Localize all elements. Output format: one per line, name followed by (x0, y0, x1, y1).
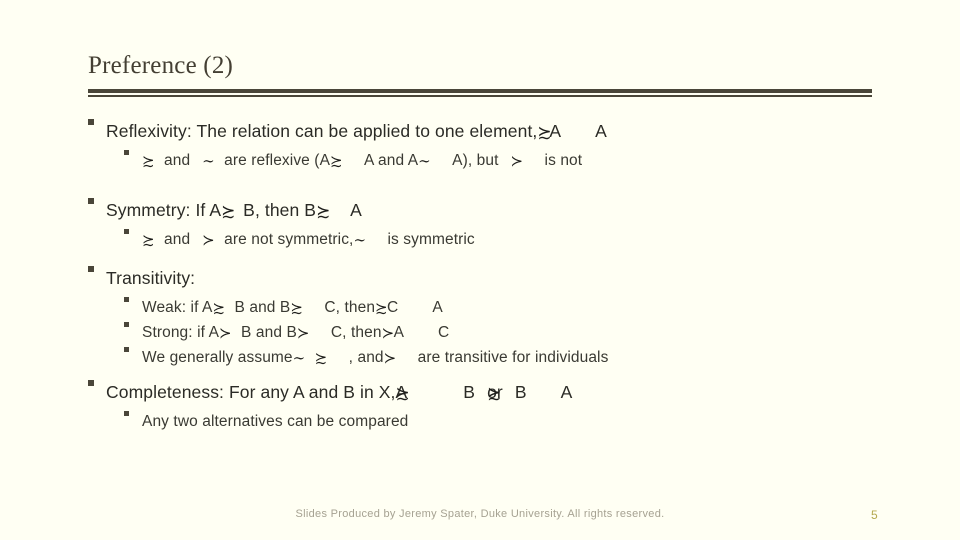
bullet-symmetry: Symmetry: If A≿ B, then B≿ A (0, 197, 960, 224)
slide-canvas: Preference (2) Reflexivity: The relation… (0, 0, 960, 540)
subbullet-marker-square (124, 297, 129, 302)
subbullet-assume-label: We generally assume (142, 349, 293, 366)
title-divider (88, 89, 872, 97)
bullet-block-completeness: Completeness: For any A and B in X,≿A B ≿o… (0, 379, 960, 434)
subbullet-marker-square (124, 411, 129, 416)
subbullet-symmetry-detail: ≿ and ≻ are not symmetric,∼ is symmetric (0, 227, 960, 252)
subbullet-marker-square (124, 347, 129, 352)
bullet-marker-square (88, 380, 94, 386)
subbullet-marker-square (124, 229, 129, 234)
subbullet-strong-t4: C (438, 324, 450, 341)
bullet-marker-square (88, 119, 94, 125)
subbullet-text-reflexive: are reflexive (A (224, 152, 331, 169)
bullet-transitivity: Transitivity: (0, 265, 960, 291)
bullet-completeness: Completeness: For any A and B in X,≿A B ≿o… (0, 379, 960, 406)
subbullet-marker-square (124, 322, 129, 327)
subbullet-text-and: and (164, 152, 191, 169)
subbullet-text-not-symmetric: are not symmetric, (224, 231, 354, 248)
subbullet-weak-t2: C, then (324, 299, 376, 316)
bullet-reflexivity: Reflexivity: The relation can be applied… (0, 118, 960, 145)
subbullet-weak-t4: A (432, 299, 443, 316)
bullet-block-symmetry: Symmetry: If A≿ B, then B≿ A ≿ and ≻ are not … (0, 197, 960, 252)
bullet-transitivity-text: Transitivity: (106, 268, 196, 288)
page-title: Preference (2) (88, 52, 234, 79)
subbullet-weak-t3: C (387, 299, 399, 316)
bullet-symmetry-operand: A (350, 200, 362, 220)
subbullet-transitivity-strong: Strong: if A≻ B and B≻ C, then≻A C (0, 320, 960, 345)
bullet-marker-square (88, 198, 94, 204)
subbullet-completeness-label: Any two alternatives can be compared (142, 413, 409, 430)
subbullet-assume-and: , and (348, 349, 384, 366)
bullet-completeness-operand-d: A (560, 382, 573, 402)
subbullet-completeness-detail: Any two alternatives can be compared (0, 409, 960, 434)
bullet-completeness-text: Completeness: For any A and B in X, (106, 382, 396, 402)
bullet-symmetry-text: Symmetry: If A (106, 200, 222, 220)
subbullet-text-a-and-a: A and A (364, 152, 419, 169)
subbullet-text-is-symmetric: is symmetric (387, 231, 475, 248)
bullet-symmetry-then: B, then B (243, 200, 317, 220)
subbullet-strong-t3: A (393, 324, 405, 341)
bullet-marker-square (88, 266, 94, 272)
subbullet-weak-label: Weak: if A (142, 299, 213, 316)
subbullet-strong-t2: C, then (330, 324, 382, 341)
subbullet-transitivity-assume: We generally assume∼ ≿, and≻ are transitiv… (0, 345, 960, 370)
bullet-completeness-operand-b: B (463, 382, 476, 402)
subbullet-weak-t1: B and B (234, 299, 291, 316)
bullet-block-transitivity: Transitivity: Weak: if A≿ B and B≿ C, then… (0, 265, 960, 370)
subbullet-strong-t1: B and B (241, 324, 297, 341)
subbullet-marker-square (124, 150, 129, 155)
bullet-reflexivity-operand-b: A (595, 121, 607, 141)
subbullet-transitivity-weak: Weak: if A≿ B and B≿ C, then≿C A (0, 295, 960, 320)
subbullet-assume-tail: are transitive for individuals (417, 349, 609, 366)
subbullet-text-and: and (164, 231, 191, 248)
slide-footer: Slides Produced by Jeremy Spater, Duke U… (295, 508, 665, 520)
subbullet-reflexivity-detail: ≿ and ∼ are reflexive (A≿ A and A∼ A), but ≻ is… (0, 148, 960, 173)
bullet-block-reflexivity: Reflexivity: The relation can be applied… (0, 118, 960, 173)
divider-thin-line (88, 95, 872, 97)
bullet-reflexivity-text: Reflexivity: The relation can be applied… (106, 121, 538, 141)
subbullet-strong-label: Strong: if A (142, 324, 220, 341)
bullet-completeness-operand-c: B (514, 382, 527, 402)
page-number: 5 (871, 508, 878, 522)
subbullet-text-but: A), but (452, 152, 499, 169)
subbullet-text-is-not: is not (544, 152, 583, 169)
